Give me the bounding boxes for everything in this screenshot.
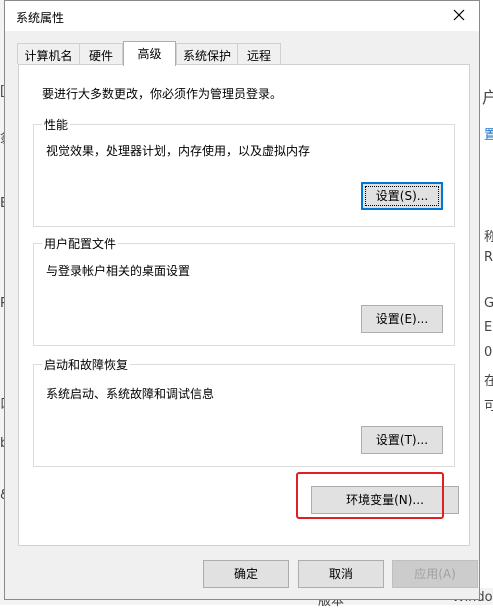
performance-description: 视觉效果，处理器计划，内存使用，以及虚拟内存 [46,144,311,158]
performance-settings-label: 设置(S)... [365,186,439,206]
background-fragment: 置 [484,128,493,143]
user-profiles-description: 与登录帐户相关的桌面设置 [46,264,191,278]
user-profiles-settings-button[interactable]: 设置(E)... [361,305,443,333]
startup-recovery-group: 启动和故障恢复 系统启动、系统故障和调试信息 设置(T)... [33,356,455,467]
user-profiles-group-title: 用户配置文件 [42,235,119,252]
startup-recovery-group-title: 启动和故障恢复 [42,356,131,373]
background-fragment: 户 [482,88,493,107]
dialog-title: 系统属性 [16,11,65,25]
ok-button[interactable]: 确定 [203,560,289,588]
tab-advanced[interactable]: 高级 [123,41,176,66]
apply-button[interactable]: 应用(A) [392,560,478,588]
background-fragment: 在 [484,374,493,389]
cancel-button[interactable]: 取消 [298,560,384,588]
startup-recovery-description: 系统启动、系统故障和调试信息 [46,387,215,401]
tab-hardware[interactable]: 硬件 [79,43,123,64]
tab-remote[interactable]: 远程 [237,43,281,64]
close-icon [453,9,465,21]
performance-settings-button[interactable]: 设置(S)... [361,182,443,210]
close-button[interactable] [439,1,479,31]
background-fragment: G [484,296,493,311]
background-fragment: R [484,250,493,265]
tab-computer-name[interactable]: 计算机名 [17,43,80,64]
background-fragment: 0 [484,345,493,360]
title-bar[interactable]: 系统属性 [5,1,479,31]
background-fragment: 称 [484,230,493,245]
startup-recovery-settings-button[interactable]: 设置(T)... [361,426,443,454]
annotation-highlight-box [296,472,444,519]
admin-notice: 要进行大多数更改，你必须作为管理员登录。 [42,87,283,101]
background-fragment: 可 [484,399,493,414]
performance-group-title: 性能 [42,116,71,133]
background-fragment: E [484,320,493,335]
performance-group: 性能 视觉效果，处理器计划，内存使用，以及虚拟内存 设置(S)... [33,116,455,227]
tab-system-protection[interactable]: 系统保护 [176,43,238,64]
user-profiles-group: 用户配置文件 与登录帐户相关的桌面设置 设置(E)... [33,235,455,346]
